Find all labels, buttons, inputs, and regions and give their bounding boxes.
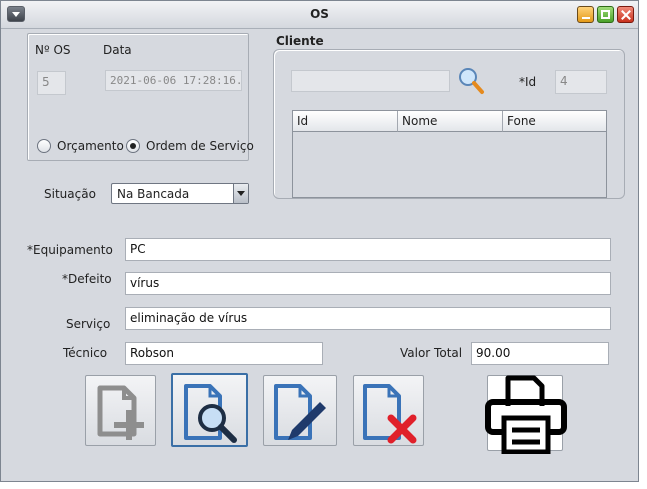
title-bar: OS bbox=[1, 1, 638, 29]
service-field[interactable]: eliminação de vírus bbox=[125, 307, 611, 330]
window-title: OS bbox=[310, 7, 329, 21]
defect-label: *Defeito bbox=[62, 272, 112, 286]
os-number-label: Nº OS bbox=[35, 43, 71, 57]
client-panel: *Id 4 Id Nome Fone bbox=[273, 49, 625, 199]
column-header-id[interactable]: Id bbox=[293, 111, 398, 132]
minimize-icon[interactable] bbox=[577, 6, 594, 23]
radio-ordem-servico-label: Ordem de Serviço bbox=[146, 139, 254, 153]
printer-icon bbox=[485, 375, 567, 454]
status-selected-value: Na Bancada bbox=[117, 187, 190, 201]
radio-orcamento-label: Orçamento bbox=[57, 139, 124, 153]
chevron-down-icon[interactable] bbox=[233, 184, 248, 203]
edit-os-button[interactable] bbox=[263, 375, 337, 446]
defect-field[interactable]: vírus bbox=[125, 272, 611, 295]
total-label: Valor Total bbox=[400, 346, 463, 360]
column-header-nome[interactable]: Nome bbox=[398, 111, 503, 132]
client-section-label: Cliente bbox=[276, 34, 324, 48]
delete-document-icon bbox=[363, 384, 417, 444]
equipment-field[interactable]: PC bbox=[125, 238, 611, 261]
client-id-label: *Id bbox=[519, 75, 537, 89]
client-id-field[interactable]: 4 bbox=[555, 70, 607, 94]
status-label: Situação bbox=[44, 187, 96, 201]
os-number-field[interactable]: 5 bbox=[37, 71, 66, 95]
technician-label: Técnico bbox=[63, 346, 108, 360]
print-os-button[interactable] bbox=[485, 375, 567, 454]
os-date-field[interactable]: 2021-06-06 17:28:16.0 bbox=[105, 70, 242, 91]
equipment-label: *Equipamento bbox=[27, 243, 113, 257]
service-label: Serviço bbox=[66, 317, 111, 331]
add-os-button[interactable] bbox=[85, 375, 156, 446]
column-header-fone[interactable]: Fone bbox=[503, 111, 606, 132]
search-document-icon bbox=[184, 384, 237, 443]
client-search-input[interactable] bbox=[291, 70, 450, 92]
radio-orcamento[interactable] bbox=[37, 139, 51, 153]
technician-field[interactable]: Robson bbox=[125, 342, 323, 365]
add-document-icon bbox=[97, 385, 144, 440]
radio-ordem-servico[interactable] bbox=[126, 139, 140, 153]
edit-document-icon bbox=[274, 384, 326, 440]
os-window: OS Nº OS Data 5 2021-06-06 17:28:16.0 Or… bbox=[0, 0, 639, 482]
client-table[interactable]: Id Nome Fone bbox=[292, 110, 607, 198]
total-field[interactable]: 90.00 bbox=[471, 342, 609, 365]
os-date-label: Data bbox=[103, 43, 132, 57]
maximize-icon[interactable] bbox=[597, 6, 614, 23]
search-icon[interactable] bbox=[457, 66, 485, 96]
search-os-button[interactable] bbox=[171, 373, 248, 447]
status-dropdown[interactable]: Na Bancada bbox=[111, 183, 249, 204]
delete-os-button[interactable] bbox=[353, 375, 424, 446]
close-icon[interactable] bbox=[617, 6, 634, 23]
os-info-panel: Nº OS Data 5 2021-06-06 17:28:16.0 Orçam… bbox=[27, 33, 254, 161]
